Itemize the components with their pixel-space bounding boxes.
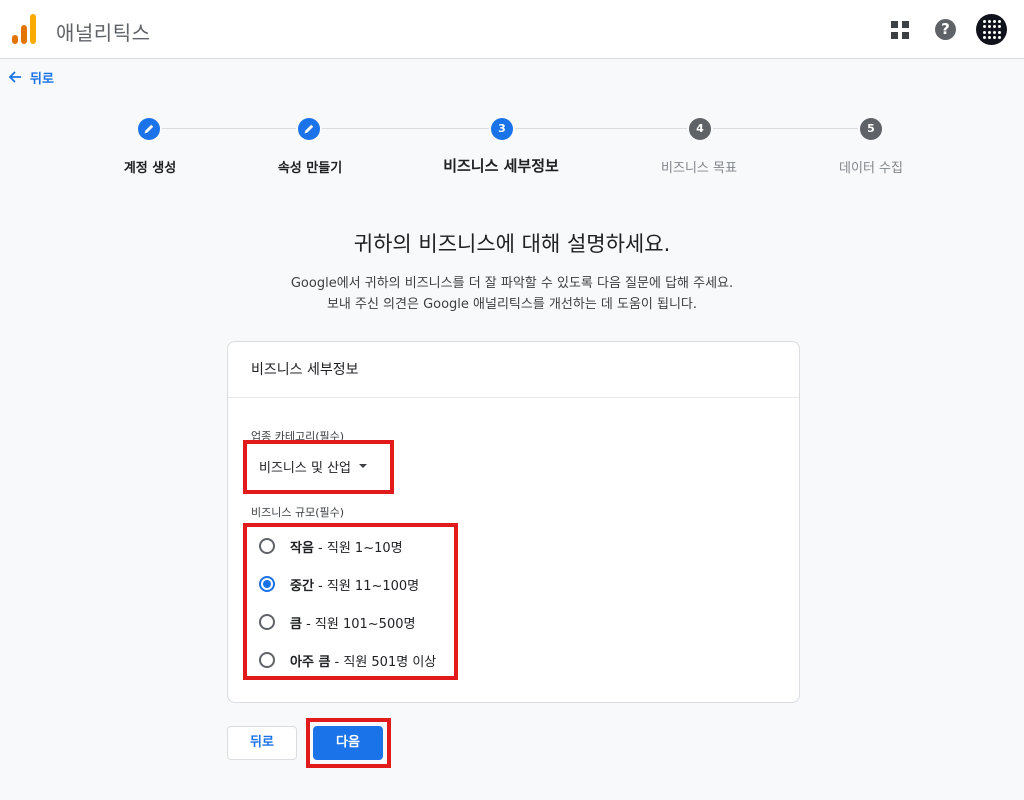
account-avatar-icon[interactable] [976, 14, 1007, 45]
card-header: 비즈니스 세부정보 [228, 342, 799, 398]
size-label: 비즈니스 규모(필수) [251, 506, 345, 519]
pencil-icon [304, 124, 314, 134]
step-5-label: 데이터 수집 [839, 161, 903, 176]
back-link-label: 뒤로 [30, 71, 54, 87]
category-dropdown[interactable]: 비즈니스 및 산업 [251, 450, 387, 482]
subtitle-line: 보내 주신 의견은 Google 애널리틱스를 개선하는 데 도움이 됩니다. [326, 297, 698, 312]
avatar-dot [997, 25, 1001, 29]
avatar-dot [987, 20, 991, 23]
card-title: 비즈니스 세부정보 [251, 362, 359, 378]
step-2-label: 속성 만들기 [277, 161, 343, 176]
avatar-dot [987, 25, 991, 29]
page-subtitle: Google에서 귀하의 비즈니스를 더 잘 파악할 수 있도록 다음 질문에 … [0, 273, 1024, 315]
avatar-dot [992, 30, 996, 34]
step-3-circle: 3 [491, 118, 513, 140]
avatar-dot [982, 20, 986, 23]
step-1-circle [138, 118, 160, 140]
app-bar: 애널리틱스 ? [0, 0, 1024, 59]
back-button[interactable]: 뒤로 [227, 726, 297, 760]
step-5-circle: 5 [860, 118, 882, 140]
step-1-label: 계정 생성 [123, 161, 177, 176]
size-option-very-large[interactable]: 아주 큼 - 직원 501명 이상 [259, 648, 436, 672]
size-option-label: 중간 - 직원 11~100명 [290, 578, 420, 594]
back-link[interactable]: 뒤로 [8, 67, 54, 87]
radio-button[interactable] [259, 538, 275, 554]
step-connector [515, 128, 687, 129]
avatar-dot [992, 20, 996, 23]
avatar-dot [997, 35, 1001, 39]
avatar-dot [992, 35, 996, 39]
size-option-label: 작음 - 직원 1~10명 [290, 540, 403, 556]
apps-grid-icon[interactable] [891, 21, 909, 39]
pencil-icon [144, 124, 154, 134]
setup-stepper: 3 4 5 계정 생성 속성 만들기 비즈니스 세부정보 비즈니스 목표 데이터… [0, 116, 1024, 176]
step-3-label: 비즈니스 세부정보 [443, 157, 559, 175]
category-dropdown-value: 비즈니스 및 산업 [259, 460, 351, 476]
step-4-label: 비즈니스 목표 [661, 161, 737, 176]
analytics-logo-icon[interactable] [12, 14, 38, 44]
arrow-left-icon [8, 71, 21, 83]
size-option-label: 아주 큼 - 직원 501명 이상 [290, 654, 437, 670]
caret-down-icon [359, 464, 367, 468]
avatar-dot [982, 30, 986, 34]
step-connector [162, 128, 296, 129]
radio-button-checked[interactable] [259, 576, 275, 592]
step-4-circle: 4 [689, 118, 711, 140]
step-connector [322, 128, 489, 129]
avatar-dot [987, 35, 991, 39]
avatar-dot [997, 20, 1001, 23]
avatar-dot [997, 30, 1001, 34]
avatar-dot [982, 25, 986, 29]
category-label: 업종 카테고리(필수) [251, 430, 345, 443]
radio-button[interactable] [259, 652, 275, 668]
page-title: 귀하의 비즈니스에 대해 설명하세요. [353, 232, 671, 256]
subtitle-line: Google에서 귀하의 비즈니스를 더 잘 파악할 수 있도록 다음 질문에 … [290, 276, 734, 291]
step-connector [713, 128, 858, 129]
app-title[interactable]: 애널리틱스 [56, 17, 151, 46]
step-2-circle [298, 118, 320, 140]
size-option-small[interactable]: 작음 - 직원 1~10명 [259, 534, 403, 558]
avatar-dot [987, 30, 991, 34]
size-option-large[interactable]: 큼 - 직원 101~500명 [259, 610, 415, 634]
avatar-dot [992, 25, 996, 29]
radio-button[interactable] [259, 614, 275, 630]
help-icon[interactable]: ? [935, 19, 956, 40]
size-option-medium[interactable]: 중간 - 직원 11~100명 [259, 572, 419, 596]
size-option-label: 큼 - 직원 101~500명 [290, 616, 416, 632]
business-details-card: 비즈니스 세부정보 업종 카테고리(필수) 비즈니스 및 산업 비즈니스 규모(… [227, 341, 800, 703]
avatar-dot [982, 35, 986, 39]
next-button[interactable]: 다음 [313, 726, 383, 760]
